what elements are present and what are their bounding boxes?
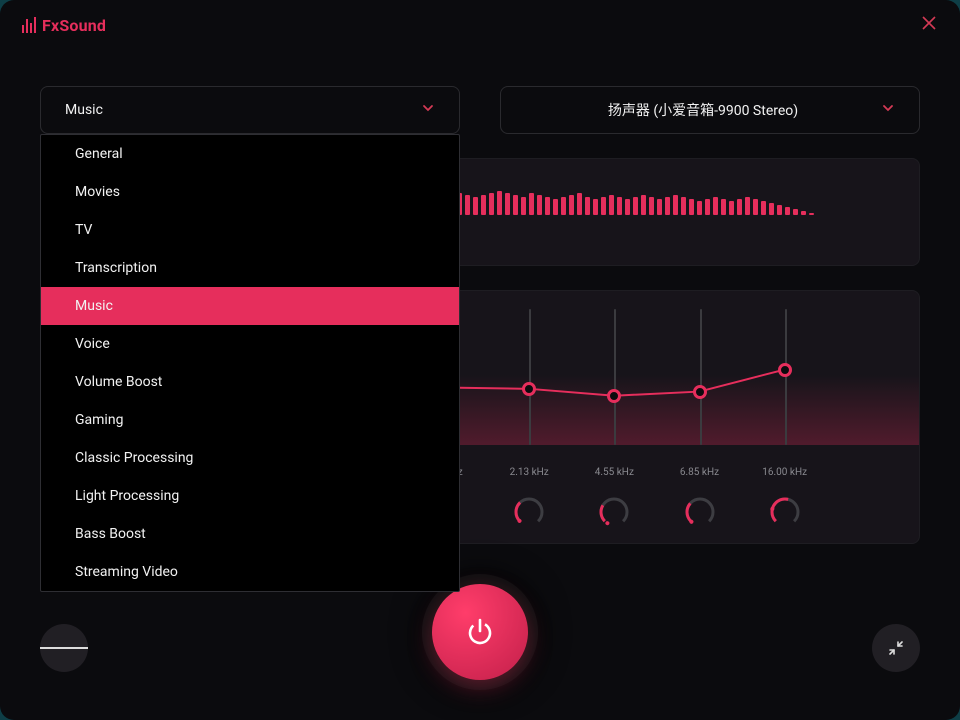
spectrum-bar xyxy=(553,199,558,215)
spectrum-bar xyxy=(641,195,646,215)
spectrum-bar xyxy=(737,199,742,215)
spectrum-bar xyxy=(625,199,630,215)
eq-balance-knob[interactable] xyxy=(683,495,717,529)
eq-slider-track xyxy=(785,309,787,445)
preset-option[interactable]: Bass Boost xyxy=(41,515,459,553)
brand-logo: FxSound xyxy=(22,16,106,35)
spectrum-bar xyxy=(657,199,662,215)
spectrum-bar xyxy=(793,209,798,215)
output-device-select[interactable]: 扬声器 (小爱音箱-9900 Stereo) xyxy=(500,86,920,134)
eq-balance-knob[interactable] xyxy=(768,495,802,529)
eq-freq-label: 4.55 kHz xyxy=(595,467,634,478)
spectrum-bar xyxy=(489,193,494,215)
spectrum-bar xyxy=(745,197,750,215)
hamburger-icon xyxy=(40,647,56,649)
eq-slider-handle[interactable] xyxy=(607,389,621,403)
spectrum-bar xyxy=(665,197,670,215)
eq-slider-track xyxy=(529,309,531,445)
preset-dropdown-menu: GeneralMoviesTVTranscriptionMusicVoiceVo… xyxy=(40,134,460,592)
preset-option[interactable]: General xyxy=(41,135,459,173)
power-button[interactable] xyxy=(432,584,528,680)
spectrum-bar xyxy=(561,197,566,215)
spectrum-bar xyxy=(785,207,790,215)
spectrum-bar xyxy=(569,195,574,215)
preset-option[interactable]: TV xyxy=(41,211,459,249)
spectrum-bar xyxy=(801,211,806,215)
preset-option[interactable]: Movies xyxy=(41,173,459,211)
eq-balance-knob[interactable] xyxy=(597,495,631,529)
spectrum-bar xyxy=(593,199,598,215)
compact-view-button[interactable] xyxy=(872,624,920,672)
collapse-icon xyxy=(888,640,904,656)
chevron-down-icon xyxy=(421,101,435,119)
equalizer-bars-icon xyxy=(22,17,36,33)
preset-option[interactable]: Volume Boost xyxy=(41,363,459,401)
spectrum-bar xyxy=(537,195,542,215)
eq-slider-handle[interactable] xyxy=(522,382,536,396)
title-bar: FxSound xyxy=(0,0,960,50)
spectrum-bar xyxy=(713,197,718,215)
spectrum-bar xyxy=(689,199,694,215)
eq-slider-handle[interactable] xyxy=(693,385,707,399)
preset-option[interactable]: Classic Processing xyxy=(41,439,459,477)
spectrum-bar xyxy=(513,195,518,215)
spectrum-bar xyxy=(769,203,774,215)
spectrum-bar xyxy=(697,201,702,215)
eq-slider-track xyxy=(614,309,616,445)
eq-freq-label: 2.13 kHz xyxy=(510,467,549,478)
spectrum-bar xyxy=(721,199,726,215)
spectrum-bar xyxy=(753,199,758,215)
menu-button[interactable] xyxy=(40,624,88,672)
output-selected-label: 扬声器 (小爱音箱-9900 Stereo) xyxy=(525,100,881,120)
preset-option[interactable]: Streaming Video xyxy=(41,553,459,591)
spectrum-bar xyxy=(497,191,502,215)
preset-option[interactable]: Transcription xyxy=(41,249,459,287)
preset-selected-label: Music xyxy=(65,102,103,118)
spectrum-bar xyxy=(729,201,734,215)
spectrum-bar xyxy=(481,195,486,215)
spectrum-bar xyxy=(705,199,710,215)
brand-name: FxSound xyxy=(42,16,106,35)
top-selects-row: Music 扬声器 (小爱音箱-9900 Stereo) xyxy=(40,86,920,134)
spectrum-bar xyxy=(521,197,526,215)
power-icon xyxy=(463,615,497,649)
eq-freq-label: 6.85 kHz xyxy=(680,467,719,478)
spectrum-bar xyxy=(633,197,638,215)
spectrum-bar xyxy=(777,205,782,215)
spectrum-bar xyxy=(809,213,814,215)
spectrum-bar xyxy=(617,197,622,215)
eq-freq-label: 16.00 kHz xyxy=(762,467,807,478)
preset-select[interactable]: Music xyxy=(40,86,460,134)
spectrum-bar xyxy=(505,193,510,215)
spectrum-bar xyxy=(529,193,534,215)
preset-option[interactable]: Music xyxy=(41,287,459,325)
app-window: FxSound Music 扬声器 (小爱音箱-9900 Stereo) 110… xyxy=(0,0,960,720)
chevron-down-icon xyxy=(881,101,895,119)
eq-balance-knob[interactable] xyxy=(512,495,546,529)
spectrum-bar xyxy=(681,197,686,215)
spectrum-bar xyxy=(577,193,582,215)
close-button[interactable] xyxy=(920,14,938,36)
spectrum-bar xyxy=(601,197,606,215)
spectrum-bar xyxy=(465,195,470,215)
preset-option[interactable]: Gaming xyxy=(41,401,459,439)
eq-slider-track xyxy=(700,309,702,445)
spectrum-bar xyxy=(673,195,678,215)
close-icon xyxy=(920,14,938,32)
spectrum-bar xyxy=(609,195,614,215)
eq-slider-handle[interactable] xyxy=(778,363,792,377)
spectrum-bar xyxy=(649,197,654,215)
preset-option[interactable]: Light Processing xyxy=(41,477,459,515)
spectrum-bar xyxy=(585,197,590,215)
spectrum-bar xyxy=(473,197,478,215)
preset-option[interactable]: Voice xyxy=(41,325,459,363)
spectrum-bar xyxy=(545,197,550,215)
spectrum-bar xyxy=(761,201,766,215)
